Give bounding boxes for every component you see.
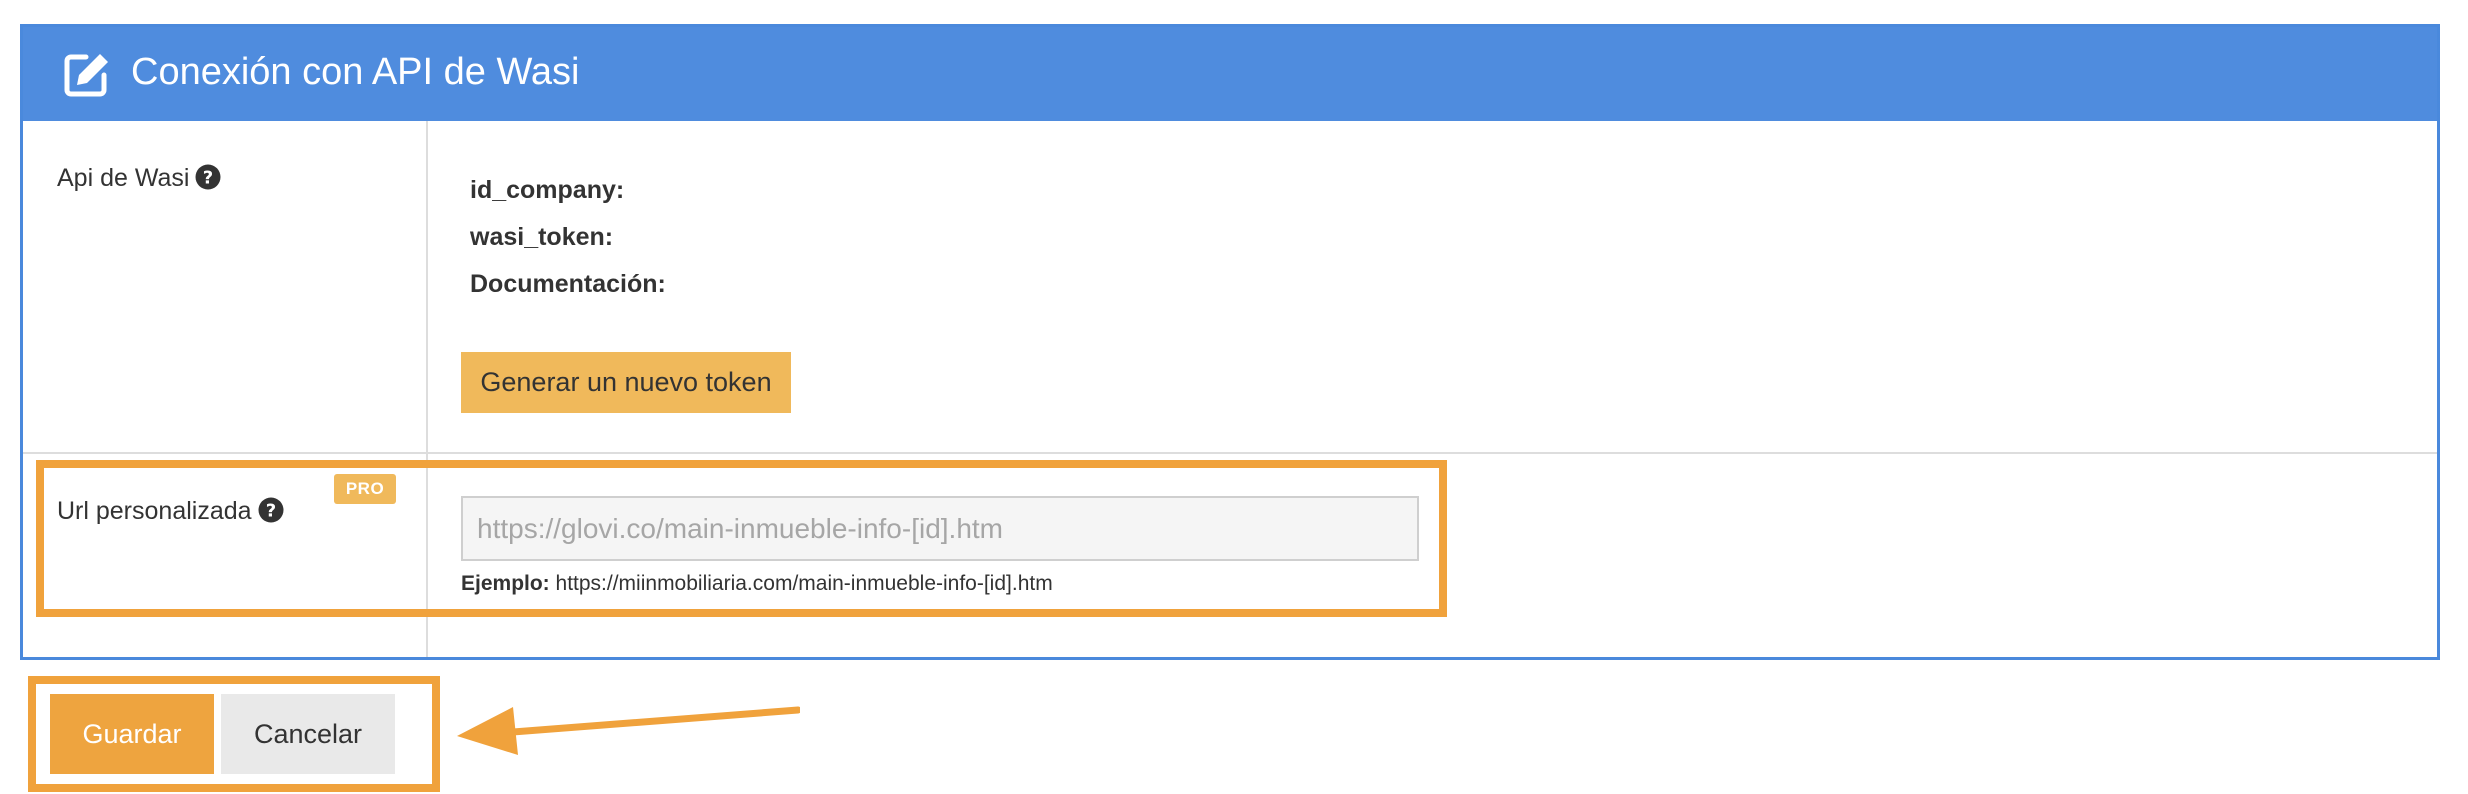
edit-icon: [64, 54, 108, 97]
documentation-field: Documentación:: [470, 270, 666, 298]
svg-text:?: ?: [203, 168, 213, 189]
panel-title: Conexión con API de Wasi: [131, 51, 580, 93]
buttons-highlight: [28, 676, 440, 792]
arrow-left-icon: [457, 706, 800, 755]
custom-url-highlight: [36, 460, 1447, 617]
id-company-field: id_company:: [470, 176, 625, 204]
question-circle-icon[interactable]: ?: [195, 164, 221, 190]
row-divider: [23, 452, 2437, 454]
wasi-token-field: wasi_token:: [470, 223, 614, 251]
api-wasi-label-text: Api de Wasi: [57, 164, 190, 192]
panel-header: Conexión con API de Wasi: [23, 27, 2437, 121]
api-wasi-label: Api de Wasi?: [57, 162, 221, 194]
generate-token-button[interactable]: Generar un nuevo token: [461, 352, 791, 413]
